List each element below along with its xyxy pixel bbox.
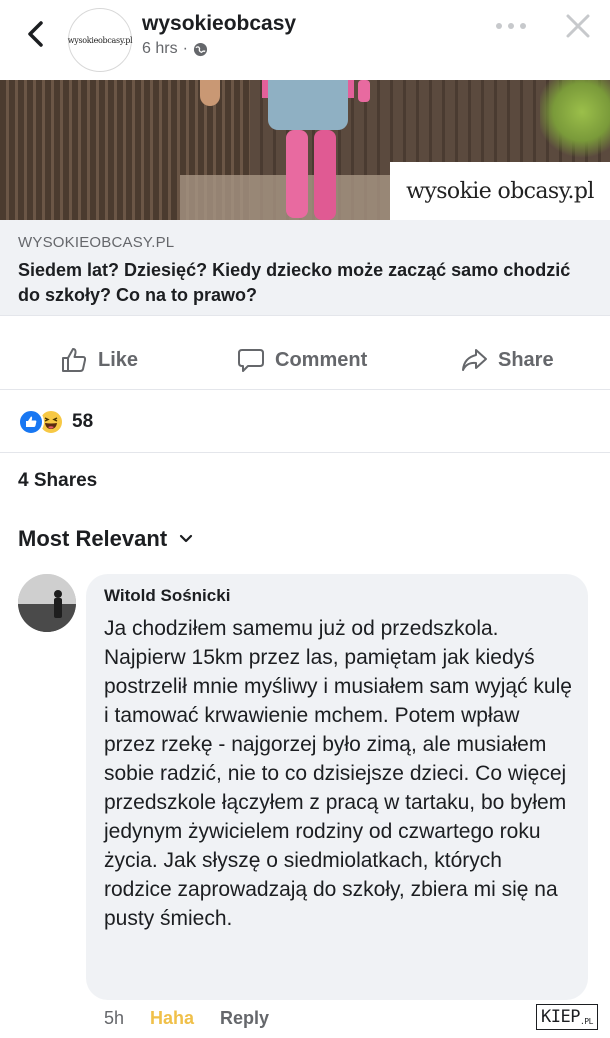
- thumbs-up-icon: [62, 348, 87, 372]
- link-domain: WYSOKIEOBCASY.PL: [18, 234, 175, 251]
- site-badge-suffix: .PL: [579, 1016, 593, 1026]
- share-label: Share: [498, 348, 554, 371]
- sort-label: Most Relevant: [18, 526, 168, 551]
- comment-reaction-button[interactable]: Haha: [150, 1008, 194, 1029]
- comment-time[interactable]: 5h: [104, 1008, 124, 1029]
- dot-icon: [496, 23, 502, 29]
- comment-actions: 5h Haha Reply: [104, 1008, 269, 1029]
- like-label: Like: [98, 348, 139, 371]
- logo-text: wysokieobcasy.pl: [67, 35, 133, 45]
- link-title: Siedem lat? Dziesięć? Kiedy dziecko może…: [18, 260, 571, 305]
- more-options-button[interactable]: [496, 20, 526, 32]
- image-watermark: wysokie obcasy.pl: [390, 162, 610, 220]
- greenery: [540, 80, 610, 160]
- reply-button[interactable]: Reply: [220, 1008, 269, 1029]
- link-info-box[interactable]: WYSOKIEOBCASY.PL Siedem lat? Dziesięć? K…: [0, 220, 610, 316]
- globe-icon: [193, 42, 207, 56]
- close-button[interactable]: [560, 8, 596, 44]
- child-legs: [282, 108, 342, 220]
- reaction-count: 58: [72, 411, 94, 432]
- post-meta: 6 hrs ·: [142, 40, 208, 58]
- close-icon: [566, 14, 590, 38]
- chevron-left-icon: [28, 21, 43, 47]
- like-button[interactable]: Like: [60, 330, 138, 390]
- share-arrow-icon: [462, 349, 487, 371]
- child-arm: [200, 80, 220, 106]
- share-button[interactable]: Share: [460, 330, 554, 390]
- link-preview-image[interactable]: wysokie obcasy.pl: [0, 80, 610, 220]
- comment-button[interactable]: Comment: [237, 330, 367, 390]
- page-avatar[interactable]: wysokieobcasy.pl: [67, 8, 133, 72]
- reactions-summary[interactable]: 58: [18, 404, 93, 440]
- site-watermark-logo: KIEP .PL: [536, 1004, 598, 1030]
- page-name[interactable]: wysokieobcasy: [142, 12, 296, 36]
- dot-icon: [508, 23, 514, 29]
- like-reaction-icon: [18, 409, 44, 435]
- back-button[interactable]: [18, 16, 54, 52]
- post-header: wysokieobcasy.pl wysokieobcasy 6 hrs ·: [0, 0, 610, 80]
- child-accessory: [358, 80, 370, 102]
- meta-separator: ·: [182, 40, 188, 57]
- commenter-avatar[interactable]: [18, 574, 76, 632]
- comment-text: Ja chodziłem samemu już od przedszkola. …: [104, 617, 572, 930]
- site-badge-main: KIEP: [541, 1007, 580, 1027]
- comment-sort-selector[interactable]: Most Relevant: [18, 526, 193, 552]
- comment-author[interactable]: Witold Sośnicki: [104, 586, 230, 606]
- post-time[interactable]: 6 hrs: [142, 40, 178, 58]
- dot-icon: [520, 23, 526, 29]
- chevron-down-icon: [180, 534, 193, 543]
- divider: [0, 452, 610, 453]
- comment-label: Comment: [275, 348, 368, 371]
- shares-count[interactable]: 4 Shares: [18, 470, 97, 492]
- comment-bubble: Witold Sośnicki Ja chodziłem samemu już …: [86, 574, 588, 1000]
- comment-icon: [238, 349, 264, 372]
- post-action-bar: Like Comment Share: [0, 330, 610, 390]
